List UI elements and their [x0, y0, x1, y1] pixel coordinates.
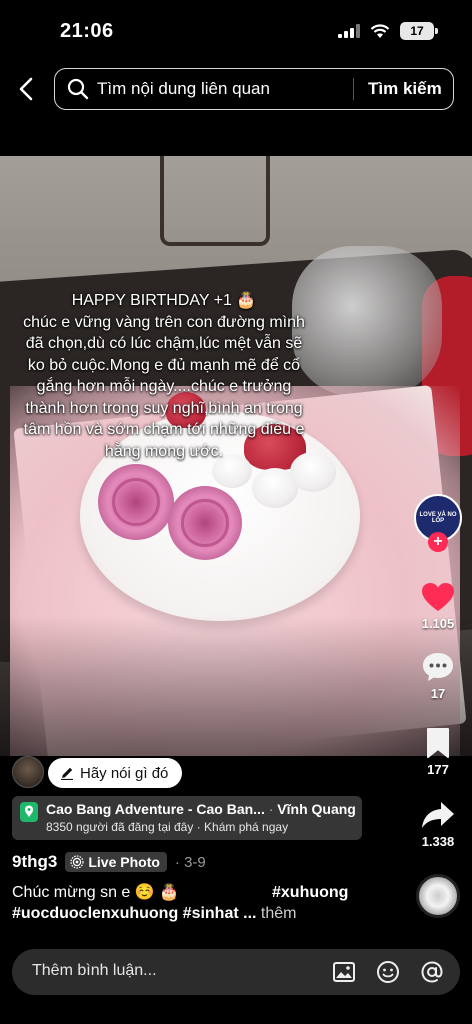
- hashtag[interactable]: #xuhuong: [272, 882, 348, 903]
- bottom-shade: [0, 616, 472, 756]
- say-something-chip[interactable]: Hãy nói gì đó: [48, 758, 183, 788]
- comment-bar[interactable]: Thêm bình luận...: [12, 949, 460, 995]
- chevron-left-icon: [19, 77, 33, 101]
- heart-icon: [422, 583, 454, 611]
- pink-rose: [98, 464, 174, 540]
- avatar-text: LOVE VÀ NO LỐP: [419, 512, 457, 524]
- post-media[interactable]: HAPPY BIRTHDAY +1 🎂 chúc e vững vàng trê…: [0, 156, 472, 756]
- share-button[interactable]: 1.338: [408, 798, 468, 849]
- creator-avatar-wrap[interactable]: LOVE VÀ NO LỐP +: [414, 494, 462, 552]
- comment-button[interactable]: 17: [408, 650, 468, 701]
- overlay-text: HAPPY BIRTHDAY +1 🎂 chúc e vững vàng trê…: [8, 290, 320, 462]
- comment-input[interactable]: Thêm bình luận...: [32, 962, 157, 980]
- battery-level: 17: [410, 24, 424, 38]
- like-count: 1.105: [421, 616, 455, 631]
- comment-count: 17: [430, 686, 446, 701]
- save-button[interactable]: 177: [408, 726, 468, 777]
- location-card[interactable]: Cao Bang Adventure - Cao Ban... · Vĩnh Q…: [12, 796, 362, 840]
- search-bar[interactable]: Tìm nội dung liên quan Tìm kiếm: [54, 68, 454, 110]
- battery-indicator: 17: [400, 22, 438, 40]
- mention-icon[interactable]: [420, 960, 444, 984]
- overlay-line: hằng mong ước.: [104, 442, 224, 460]
- status-bar: 21:06 17: [0, 0, 472, 60]
- live-photo-icon: [70, 855, 84, 869]
- search-input[interactable]: Tìm nội dung liên quan: [97, 79, 347, 99]
- caption-text: Chúc mừng sn e ☺️ 🎂: [12, 884, 180, 901]
- live-photo-badge[interactable]: Live Photo: [65, 852, 167, 872]
- location-subtitle: 8350 người đã đăng tại đây · Khám phá ng…: [46, 820, 289, 834]
- status-icons: 17: [338, 22, 438, 40]
- cellular-signal-icon: [338, 24, 360, 38]
- save-count: 177: [427, 762, 449, 777]
- like-button[interactable]: 1.105: [408, 580, 468, 631]
- pink-rose: [168, 486, 242, 560]
- share-arrow-icon: [422, 802, 454, 828]
- post-date: · 3-9: [174, 853, 206, 871]
- location-title: Cao Bang Adventure - Cao Ban... · Vĩnh Q…: [46, 801, 356, 817]
- search-icon: [67, 78, 89, 100]
- follow-button[interactable]: +: [428, 532, 448, 552]
- overlay-line: gắng hơn mỗi ngày....chúc e trưởng: [36, 378, 292, 395]
- share-count: 1.338: [421, 834, 455, 849]
- overlay-line: đã chọn,dù có lúc chậm,lúc mệt vẫn sẽ: [25, 335, 303, 352]
- comment-bubble-icon: [423, 653, 453, 681]
- location-separator: ·: [268, 801, 274, 817]
- status-time: 21:06: [60, 20, 114, 42]
- bookmark-icon: [427, 728, 449, 758]
- post-caption[interactable]: Chúc mừng sn e ☺️ 🎂 #xuhuong #uocduoclen…: [12, 882, 348, 924]
- back-button[interactable]: [12, 74, 40, 104]
- location-area: Vĩnh Quang: [277, 801, 356, 817]
- pencil-icon: [61, 767, 73, 780]
- author-name[interactable]: 9thg3: [12, 852, 57, 872]
- see-more-link[interactable]: thêm: [261, 905, 297, 922]
- search-divider: [353, 78, 354, 100]
- overlay-line: chúc e vững vàng trên con đường mình: [23, 313, 305, 331]
- author-row: 9thg3 Live Photo · 3-9: [12, 850, 206, 874]
- background-chair: [160, 156, 270, 246]
- music-disc[interactable]: [416, 874, 460, 918]
- search-submit-button[interactable]: Tìm kiếm: [368, 79, 442, 99]
- say-something-label: Hãy nói gì đó: [80, 764, 169, 782]
- hashtags[interactable]: #uocduoclenxuhuong #sinhat ...: [12, 905, 256, 922]
- location-name: Cao Bang Adventure - Cao Ban...: [46, 801, 265, 817]
- image-icon[interactable]: [332, 960, 356, 984]
- location-pin-icon: [20, 802, 38, 822]
- live-photo-label: Live Photo: [88, 854, 160, 870]
- wifi-icon: [370, 23, 390, 38]
- viewer-avatar: [12, 756, 44, 788]
- overlay-line: HAPPY BIRTHDAY +1 🎂: [71, 292, 257, 309]
- overlay-line: tâm hồn và sớm chạm tới những điều e: [23, 421, 305, 438]
- overlay-line: ko bỏ cuộc.Mong e đủ mạnh mẽ để cố: [27, 356, 301, 374]
- overlay-line: thành hơn trong suy nghĩ,bình an trong: [25, 399, 303, 417]
- emoji-icon[interactable]: [376, 960, 400, 984]
